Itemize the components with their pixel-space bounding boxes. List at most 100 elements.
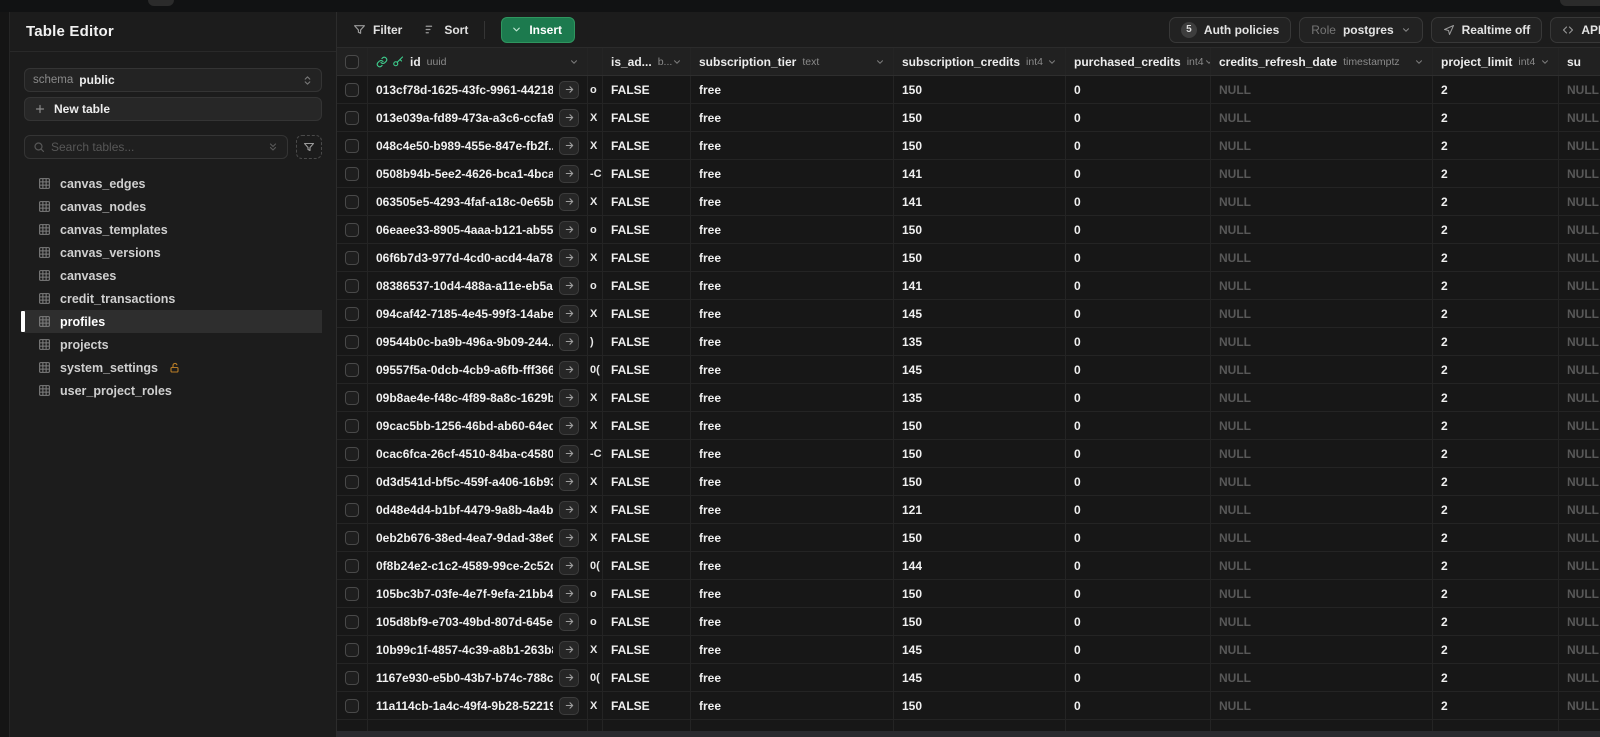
credits-refresh-date-cell[interactable]: NULL (1211, 328, 1433, 355)
subscription-credits-cell[interactable]: 150 (894, 244, 1066, 271)
is-admin-cell[interactable]: FALSE (603, 300, 691, 327)
is-admin-cell[interactable]: FALSE (603, 272, 691, 299)
row-checkbox[interactable] (345, 698, 359, 713)
subscription-tier-cell[interactable]: free (691, 412, 894, 439)
clipped-cell[interactable]: 0( (588, 356, 603, 383)
clipped-cell[interactable]: X (588, 300, 603, 327)
project-limit-cell[interactable]: 2 (1433, 104, 1559, 131)
purchased-credits-cell[interactable]: 0 (1066, 636, 1211, 663)
clipped-right-cell[interactable]: NULL (1559, 132, 1600, 159)
id-cell[interactable]: 09544b0c-ba9b-496a-9b09-244... (368, 328, 588, 355)
expand-row-button[interactable] (559, 612, 579, 631)
clipped-cell[interactable]: -C (588, 440, 603, 467)
project-limit-cell[interactable]: 2 (1433, 608, 1559, 635)
expand-row-button[interactable] (559, 332, 579, 351)
id-cell[interactable]: 063505e5-4293-4faf-a18c-0e65b... (368, 188, 588, 215)
credits-refresh-date-cell[interactable]: NULL (1211, 496, 1433, 523)
subscription-credits-cell[interactable]: 150 (894, 104, 1066, 131)
row-checkbox[interactable] (345, 670, 359, 685)
subscription-credits-cell[interactable]: 150 (894, 132, 1066, 159)
credits-refresh-date-cell[interactable]: NULL (1211, 608, 1433, 635)
chevron-down-icon[interactable] (1047, 57, 1057, 67)
chevron-down-icon[interactable] (875, 57, 885, 67)
search-tables-input[interactable] (51, 140, 261, 154)
chevron-down-icon[interactable] (1540, 57, 1550, 67)
row-checkbox[interactable] (345, 614, 359, 629)
credits-refresh-date-cell[interactable]: NULL (1211, 692, 1433, 719)
column-header-subscription-credits[interactable]: subscription_credits int4 (894, 48, 1066, 75)
subscription-credits-cell[interactable]: 145 (894, 636, 1066, 663)
row-checkbox[interactable] (345, 250, 359, 265)
column-header-project-limit[interactable]: project_limit int4 (1433, 48, 1559, 75)
id-cell[interactable]: 1167e930-e5b0-43b7-b74c-788c9... (368, 664, 588, 691)
clipped-cell[interactable]: o (588, 216, 603, 243)
subscription-credits-cell[interactable]: 150 (894, 608, 1066, 635)
clipped-right-cell[interactable]: NULL (1559, 552, 1600, 579)
id-cell[interactable]: 09cac5bb-1256-46bd-ab60-64ed... (368, 412, 588, 439)
clipped-right-cell[interactable]: NULL (1559, 356, 1600, 383)
id-cell[interactable]: 0f8b24e2-c1c2-4589-99ce-2c52d... (368, 552, 588, 579)
is-admin-cell[interactable]: FALSE (603, 356, 691, 383)
expand-row-button[interactable] (559, 192, 579, 211)
clipped-cell[interactable]: o (588, 608, 603, 635)
credits-refresh-date-cell[interactable]: NULL (1211, 132, 1433, 159)
clipped-right-cell[interactable]: NULL (1559, 104, 1600, 131)
is-admin-cell[interactable]: FALSE (603, 692, 691, 719)
clipped-cell[interactable]: X (588, 524, 603, 551)
project-limit-cell[interactable]: 2 (1433, 188, 1559, 215)
chevron-down-icon[interactable] (672, 57, 682, 67)
row-checkbox[interactable] (345, 530, 359, 545)
clipped-cell[interactable]: X (588, 412, 603, 439)
row-checkbox[interactable] (345, 82, 359, 97)
column-header-is-admin[interactable]: is_ad... b... (603, 48, 691, 75)
clipped-cell[interactable]: X (588, 496, 603, 523)
is-admin-cell[interactable]: FALSE (603, 468, 691, 495)
clipped-cell[interactable]: -C (588, 160, 603, 187)
is-admin-cell[interactable]: FALSE (603, 664, 691, 691)
role-selector-button[interactable]: Role postgres (1299, 16, 1423, 43)
expand-row-button[interactable] (559, 80, 579, 99)
clipped-cell[interactable]: o (588, 580, 603, 607)
sidebar-table-item[interactable]: user_project_roles (24, 379, 322, 402)
subscription-tier-cell[interactable]: free (691, 188, 894, 215)
subscription-tier-cell[interactable]: free (691, 552, 894, 579)
sidebar-table-item[interactable]: system_settings (24, 356, 322, 379)
clipped-cell[interactable]: X (588, 104, 603, 131)
is-admin-cell[interactable]: FALSE (603, 580, 691, 607)
clipped-cell[interactable]: 0( (588, 552, 603, 579)
purchased-credits-cell[interactable]: 0 (1066, 384, 1211, 411)
auth-policies-button[interactable]: 5 Auth policies (1168, 16, 1292, 43)
sidebar-table-item[interactable]: canvas_nodes (24, 195, 322, 218)
project-limit-cell[interactable]: 2 (1433, 440, 1559, 467)
clipped-right-cell[interactable]: NULL (1559, 384, 1600, 411)
id-cell[interactable]: 0d48e4d4-b1bf-4479-9a8b-4a4b... (368, 496, 588, 523)
credits-refresh-date-cell[interactable]: NULL (1211, 216, 1433, 243)
sidebar-table-item[interactable]: canvas_edges (24, 172, 322, 195)
credits-refresh-date-cell[interactable]: NULL (1211, 356, 1433, 383)
id-cell[interactable]: 0eb2b676-38ed-4ea7-9dad-38e6... (368, 524, 588, 551)
subscription-credits-cell[interactable]: 150 (894, 412, 1066, 439)
credits-refresh-date-cell[interactable]: NULL (1211, 272, 1433, 299)
expand-row-button[interactable] (559, 220, 579, 239)
clipped-right-cell[interactable]: NULL (1559, 496, 1600, 523)
subscription-credits-cell[interactable]: 150 (894, 468, 1066, 495)
credits-refresh-date-cell[interactable]: NULL (1211, 664, 1433, 691)
id-cell[interactable]: 06eaee33-8905-4aaa-b121-ab552... (368, 216, 588, 243)
subscription-tier-cell[interactable]: free (691, 524, 894, 551)
subscription-credits-cell[interactable]: 135 (894, 384, 1066, 411)
subscription-credits-cell[interactable]: 121 (894, 496, 1066, 523)
credits-refresh-date-cell[interactable]: NULL (1211, 636, 1433, 663)
project-limit-cell[interactable]: 2 (1433, 272, 1559, 299)
expand-row-button[interactable] (559, 248, 579, 267)
credits-refresh-date-cell[interactable]: NULL (1211, 524, 1433, 551)
row-checkbox[interactable] (345, 138, 359, 153)
project-limit-cell[interactable]: 2 (1433, 384, 1559, 411)
is-admin-cell[interactable]: FALSE (603, 524, 691, 551)
sidebar-table-item[interactable]: canvases (24, 264, 322, 287)
clipped-right-cell[interactable]: NULL (1559, 188, 1600, 215)
clipped-cell[interactable]: X (588, 636, 603, 663)
row-checkbox[interactable] (345, 502, 359, 517)
purchased-credits-cell[interactable]: 0 (1066, 552, 1211, 579)
credits-refresh-date-cell[interactable]: NULL (1211, 552, 1433, 579)
chevron-down-icon[interactable] (1414, 57, 1424, 67)
